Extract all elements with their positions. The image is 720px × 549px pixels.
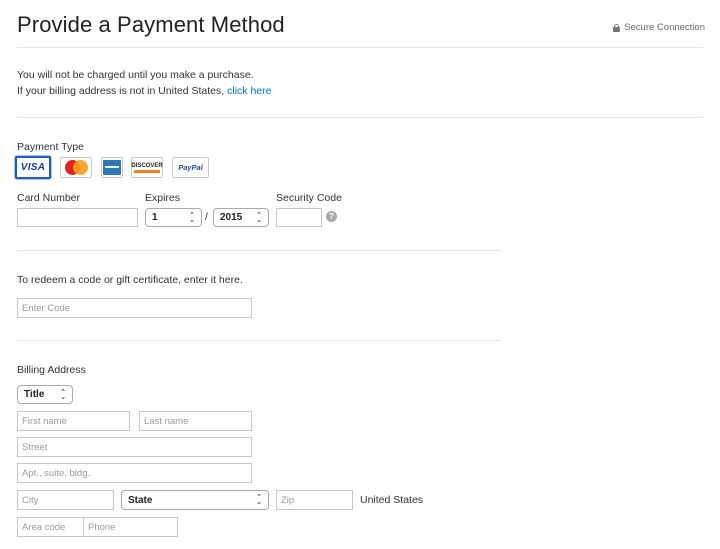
last-name-input[interactable]: Last name: [139, 411, 252, 431]
redeem-divider: [17, 340, 500, 341]
mastercard-card-option[interactable]: [60, 157, 92, 178]
header-divider: [17, 47, 703, 48]
area-code-input[interactable]: Area code: [17, 517, 84, 537]
payment-divider: [17, 250, 500, 251]
mastercard-logo-icon: [63, 160, 89, 175]
billing-address-label: Billing Address: [17, 364, 86, 376]
redeem-code-input[interactable]: Enter Code: [17, 298, 252, 318]
click-here-link[interactable]: click here: [227, 85, 271, 97]
lock-icon: [613, 23, 621, 32]
amex-card-option[interactable]: [101, 157, 123, 178]
page-title: Provide a Payment Method: [17, 12, 285, 37]
city-input[interactable]: City: [17, 490, 114, 510]
zip-input[interactable]: Zip: [276, 490, 353, 510]
expires-year-value: 2015: [220, 212, 243, 223]
card-number-input[interactable]: [17, 208, 138, 227]
expires-year-select[interactable]: 2015 ⌃ ⌄: [213, 208, 269, 227]
paypal-logo: PayPal: [178, 163, 203, 172]
payment-type-label: Payment Type: [17, 141, 84, 153]
visa-card-option[interactable]: VISA: [15, 156, 51, 179]
visa-logo: VISA: [20, 162, 46, 173]
charge-notice: You will not be charged until you make a…: [17, 69, 254, 81]
paypal-card-option[interactable]: PayPal: [172, 157, 209, 178]
chevron-updown-icon: ⌃ ⌄: [256, 211, 262, 224]
first-name-input[interactable]: First name: [17, 411, 130, 431]
billing-country-notice: If your billing address is not in United…: [17, 85, 271, 97]
expires-separator: /: [205, 211, 208, 223]
discover-card-option[interactable]: DISCOVER: [131, 157, 163, 178]
chevron-updown-icon: ⌃ ⌄: [60, 388, 66, 401]
question-circle-icon[interactable]: ?: [326, 211, 337, 222]
title-select[interactable]: Title ⌃ ⌄: [17, 385, 73, 404]
notice-divider: [17, 117, 703, 118]
card-number-label: Card Number: [17, 192, 81, 204]
title-select-value: Title: [24, 389, 45, 400]
billing-country-notice-text: If your billing address is not in United…: [17, 85, 228, 97]
expires-label: Expires: [145, 192, 181, 204]
state-select[interactable]: State ⌃ ⌄: [121, 490, 269, 510]
secure-connection: Secure Connection: [613, 22, 705, 33]
apt-suite-input[interactable]: Apt., suite, bldg.: [17, 463, 252, 483]
redeem-prompt: To redeem a code or gift certificate, en…: [17, 274, 243, 286]
chevron-updown-icon: ⌃ ⌄: [256, 494, 262, 506]
amex-logo-icon: [103, 160, 121, 175]
expires-month-value: 1: [152, 212, 158, 223]
discover-logo: DISCOVER: [131, 162, 163, 173]
secure-connection-label: Secure Connection: [624, 22, 705, 33]
phone-input[interactable]: Phone: [83, 517, 178, 537]
street-input[interactable]: Street: [17, 437, 252, 457]
security-code-label: Security Code: [276, 192, 342, 204]
chevron-updown-icon: ⌃ ⌄: [189, 211, 195, 224]
security-code-input[interactable]: [276, 208, 322, 227]
discover-logo-text: DISCOVER: [131, 162, 163, 169]
expires-month-select[interactable]: 1 ⌃ ⌄: [145, 208, 202, 227]
state-select-value: State: [128, 494, 153, 506]
country-label: United States: [360, 494, 424, 506]
